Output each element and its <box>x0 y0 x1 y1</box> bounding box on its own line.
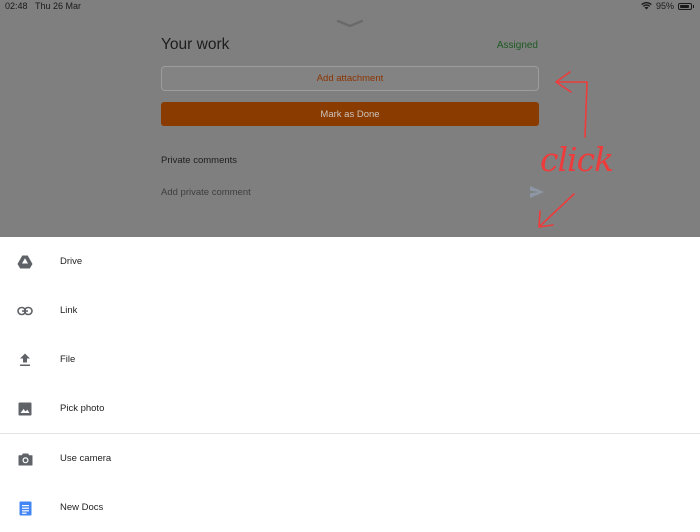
status-right: 95% <box>641 1 694 11</box>
sheet-item-label: Use camera <box>60 453 112 464</box>
annotation-text: click <box>540 140 614 179</box>
sheet-item-label: New Docs <box>60 502 104 513</box>
wifi-icon <box>641 2 652 10</box>
add-attachment-button[interactable]: Add attachment <box>161 66 539 91</box>
status-badge: Assigned <box>496 40 538 51</box>
link-icon <box>17 303 33 319</box>
sheet-item-link[interactable]: Link <box>0 286 700 335</box>
drive-icon <box>17 254 33 270</box>
docs-icon <box>17 500 33 516</box>
sheet-item-file[interactable]: File <box>0 335 700 384</box>
your-work-title: Your work <box>161 36 230 53</box>
photo-icon <box>17 401 33 417</box>
status-bar: 02:48 Thu 26 Mar 95% <box>0 0 700 14</box>
mark-as-done-button[interactable]: Mark as Done <box>161 102 539 126</box>
camera-icon <box>17 451 33 467</box>
add-attachment-sheet: Drive Link File Pick photo Use camera Ne… <box>0 237 700 525</box>
private-comment-input[interactable]: Add private comment <box>161 187 251 198</box>
add-attachment-label: Add attachment <box>316 73 384 84</box>
sheet-item-label: Pick photo <box>60 403 105 414</box>
battery-icon <box>678 2 694 10</box>
sheet-item-label: Drive <box>60 256 83 267</box>
sheet-item-label: File <box>60 354 76 365</box>
sheet-item-pick-photo[interactable]: Pick photo <box>0 384 700 433</box>
mark-as-done-label: Mark as Done <box>320 108 380 120</box>
sheet-item-label: Link <box>60 305 78 316</box>
chevron-down-icon[interactable] <box>337 20 363 28</box>
assignment-panel-dimmed: 02:48 Thu 26 Mar 95% Your work Assigned … <box>0 0 700 237</box>
status-date: Thu 26 Mar <box>35 1 82 11</box>
sheet-item-drive[interactable]: Drive <box>0 237 700 286</box>
private-comments-heading: Private comments <box>161 155 238 166</box>
upload-icon <box>17 352 33 368</box>
send-icon[interactable] <box>529 185 545 199</box>
battery-percent: 95% <box>655 1 674 11</box>
sheet-item-use-camera[interactable]: Use camera <box>0 434 700 483</box>
status-time: 02:48 <box>5 1 28 11</box>
